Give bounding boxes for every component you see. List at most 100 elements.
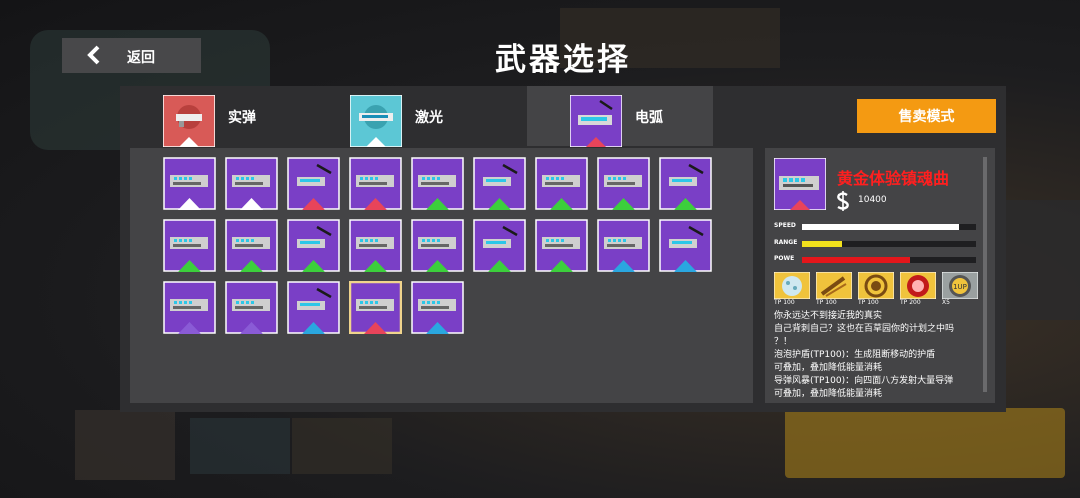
- description-line: 导弹风暴(TP100)：向四面八方发射大量导弹: [774, 376, 954, 386]
- weapon-card[interactable]: [349, 157, 402, 210]
- sell-mode-button[interactable]: 售卖模式: [857, 99, 996, 133]
- stat-label: POWE: [774, 255, 795, 262]
- description-line: 自己背刺自己？这也在百草园你的计划之中吗: [774, 324, 955, 334]
- one-up-icon: 1UP: [942, 272, 978, 299]
- arc-weapon-icon: [411, 281, 464, 334]
- chevron-left-icon: [87, 45, 100, 65]
- arc-weapon-icon: [597, 157, 650, 210]
- currency-icon: [837, 191, 849, 211]
- arc-weapon-icon: [225, 219, 278, 272]
- stat-label: SPEED: [774, 222, 796, 229]
- arc-weapon-icon: [349, 157, 402, 210]
- weapon-card[interactable]: [349, 219, 402, 272]
- arc-weapon-icon: [287, 219, 340, 272]
- stat-track: [802, 257, 976, 263]
- weapon-card[interactable]: [597, 157, 650, 210]
- skill-label: TP 100: [858, 299, 879, 306]
- tab-label: 实弹: [228, 110, 256, 126]
- arc-weapon-icon: [473, 157, 526, 210]
- back-label: 返回: [127, 50, 155, 66]
- weapon-card[interactable]: [597, 219, 650, 272]
- tab-label: 电弧: [635, 110, 663, 126]
- arc-weapon-icon: [163, 281, 216, 334]
- weapon-card[interactable]: [163, 219, 216, 272]
- arc-weapon-icon: [659, 157, 712, 210]
- arc-weapon-icon: [659, 219, 712, 272]
- arc-weapon-icon: [473, 219, 526, 272]
- stat-range: RANGE: [774, 239, 976, 249]
- skill-slot[interactable]: TP 200: [900, 272, 936, 308]
- weapon-card[interactable]: [535, 219, 588, 272]
- tab-label: 激光: [415, 110, 443, 126]
- weapon-card[interactable]: [535, 157, 588, 210]
- detail-scrollbar[interactable]: [983, 157, 987, 392]
- description-line: 你永远达不到接近我的真实: [774, 311, 883, 321]
- arc-weapon-icon: [163, 157, 216, 210]
- weapon-card[interactable]: [659, 219, 712, 272]
- stat-fill: [802, 224, 959, 230]
- description-line: 泡泡护盾(TP100)：生成阻断移动的护盾: [774, 350, 936, 360]
- weapon-card[interactable]: [411, 219, 464, 272]
- arc-weapon-icon: [597, 219, 650, 272]
- weapon-card[interactable]: [225, 281, 278, 334]
- weapon-card[interactable]: [287, 219, 340, 272]
- red-burst-icon: [900, 272, 936, 299]
- skill-label: TP 100: [816, 299, 837, 306]
- tab-arc[interactable]: 电弧: [527, 86, 713, 147]
- back-button[interactable]: 返回: [62, 38, 201, 73]
- skill-slot[interactable]: TP 100: [858, 272, 894, 308]
- stat-fill: [802, 257, 910, 263]
- weapon-card[interactable]: [163, 281, 216, 334]
- weapon-description: 你永远达不到接近我的真实 自己背刺自己？这也在百草园你的计划之中吗 ？！ 泡泡护…: [774, 310, 986, 401]
- page-title: 武器选择: [495, 42, 631, 78]
- weapon-card-selected[interactable]: [348, 280, 403, 335]
- arc-weapon-icon: [287, 281, 340, 334]
- arc-gun-icon: [570, 95, 622, 147]
- description-line: ？！: [774, 337, 793, 347]
- selected-weapon-icon: [774, 158, 826, 210]
- weapon-card[interactable]: [225, 157, 278, 210]
- skill-slot[interactable]: TP 100: [816, 272, 852, 308]
- stat-label: RANGE: [774, 239, 798, 246]
- weapon-card[interactable]: [659, 157, 712, 210]
- skill-slot[interactable]: 1UP X5: [942, 272, 978, 308]
- tab-laser[interactable]: 激光: [307, 86, 493, 147]
- stat-fill: [802, 241, 843, 247]
- skill-label: TP 100: [774, 299, 795, 306]
- arc-weapon-icon: [535, 157, 588, 210]
- stat-power: POWE: [774, 255, 976, 265]
- weapon-card[interactable]: [163, 157, 216, 210]
- weapon-card[interactable]: [473, 157, 526, 210]
- arc-weapon-icon: [535, 219, 588, 272]
- bubble-shield-icon: [774, 272, 810, 299]
- skill-label: X5: [942, 299, 950, 306]
- description-line: 可叠加，叠加降低能量消耗: [774, 363, 883, 373]
- ballistic-gun-icon: [163, 95, 215, 147]
- stat-track: [802, 241, 976, 247]
- weapon-card[interactable]: [411, 281, 464, 334]
- weapon-detail-panel: 黄金体验镇魂曲 10400 SPEED RANGE POWE TP 100 TP: [765, 148, 995, 403]
- arc-weapon-icon: [411, 157, 464, 210]
- svg-text:1UP: 1UP: [953, 283, 967, 291]
- weapon-card[interactable]: [473, 219, 526, 272]
- description-line: 可叠加，叠加降低能量消耗: [774, 389, 883, 399]
- weapon-card[interactable]: [287, 281, 340, 334]
- weapon-price: 10400: [858, 195, 887, 205]
- arc-weapon-icon: [163, 219, 216, 272]
- weapon-card[interactable]: [411, 157, 464, 210]
- weapon-card[interactable]: [287, 157, 340, 210]
- weapon-name: 黄金体验镇魂曲: [837, 169, 950, 188]
- arc-weapon-icon: [287, 157, 340, 210]
- stat-track: [802, 224, 976, 230]
- skill-slot[interactable]: TP 100: [774, 272, 810, 308]
- missile-storm-icon: [816, 272, 852, 299]
- gold-wave-icon: [858, 272, 894, 299]
- arc-weapon-icon: [349, 219, 402, 272]
- weapon-card[interactable]: [225, 219, 278, 272]
- tab-ballistic[interactable]: 实弹: [120, 86, 306, 147]
- arc-weapon-icon: [225, 281, 278, 334]
- stat-speed: SPEED: [774, 222, 976, 232]
- skill-label: TP 200: [900, 299, 921, 306]
- laser-gun-icon: [350, 95, 402, 147]
- skill-list: TP 100 TP 100 TP 100 TP 200 1UP X5: [774, 272, 984, 308]
